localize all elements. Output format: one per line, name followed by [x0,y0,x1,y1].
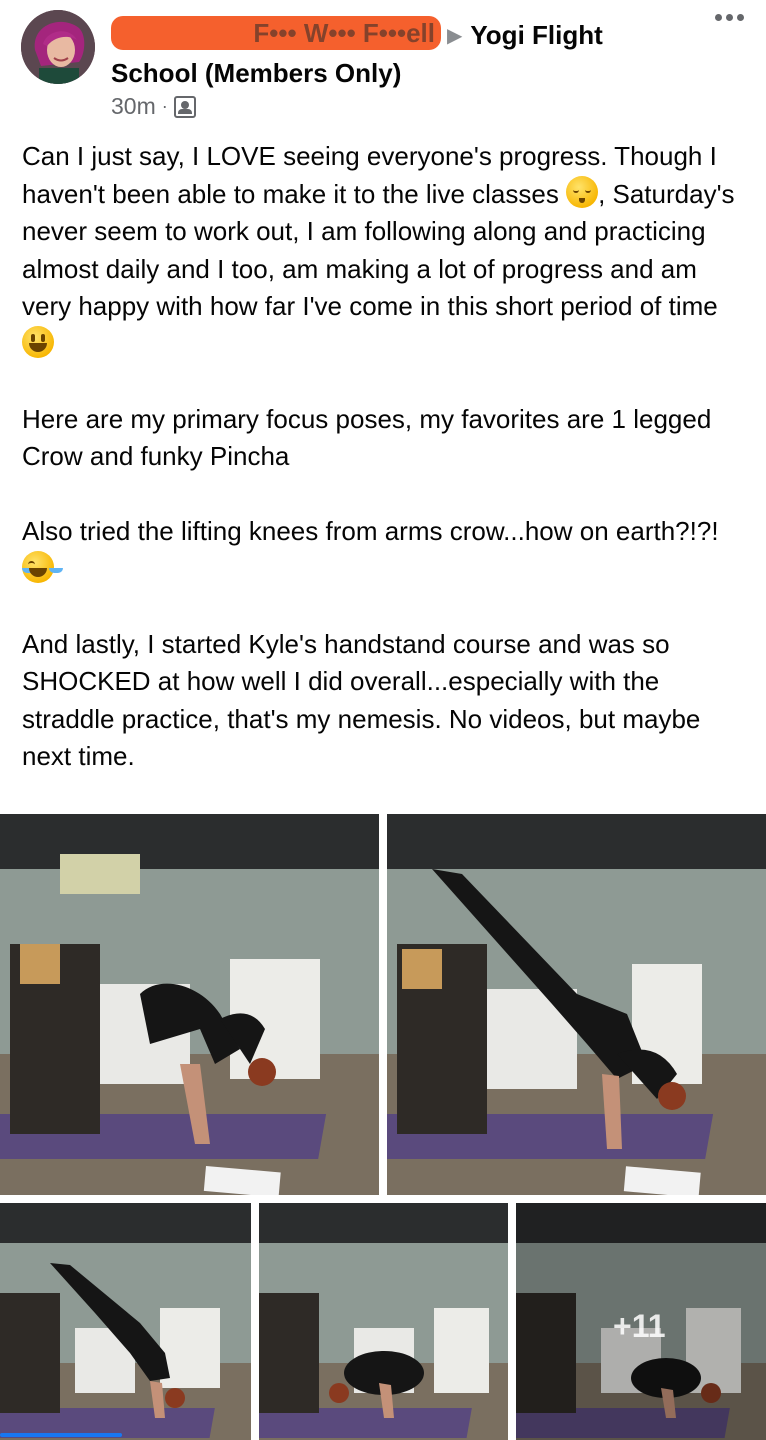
scroll-indicator [0,1433,122,1437]
post-paragraph-4: And lastly, I started Kyle's handstand c… [22,628,701,772]
post-title-line: F••• W••• F•••ell ▶ Yogi Flight School (Me… [111,16,691,92]
meta-separator: · [161,96,168,116]
post-paragraph-2: Here are my primary focus poses, my favo… [22,403,712,472]
pensive-face-emoji-icon [566,175,599,208]
post-paragraph-1: Can I just say, I LOVE seeing everyone's… [22,138,752,363]
author-name-redacted[interactable]: F••• W••• F•••ell [111,16,441,50]
group-name-link[interactable]: Yogi Flight [470,20,602,50]
group-audience-icon [173,95,196,118]
tears-of-joy-emoji-icon [22,550,54,583]
more-options-icon[interactable] [715,14,744,21]
grinning-face-emoji-icon [22,325,54,358]
post-timestamp[interactable]: 30m [111,93,156,120]
post-body: Can I just say, I LOVE seeing everyone's… [22,138,752,813]
paragraph-3-text: Also tried the lifting knees from arms c… [22,516,719,546]
author-name-text: F••• W••• F•••ell [253,18,435,48]
post-meta: 30m · [111,93,196,120]
photo-pincha-variation[interactable] [0,1203,251,1440]
photo-crow-pose[interactable] [0,814,379,1195]
author-avatar[interactable] [21,10,95,84]
share-arrow-icon: ▶ [447,25,463,47]
more-photos-count[interactable]: +11 [613,1308,666,1345]
post-header: F••• W••• F•••ell ▶ Yogi Flight School (Me… [0,0,766,130]
photo-arms-crow[interactable] [259,1203,508,1440]
post-paragraph-3: Also tried the lifting knees from arms c… [22,513,752,588]
photo-one-legged-crow[interactable] [387,814,766,1195]
group-name-link-cont[interactable]: School (Members Only) [111,58,401,88]
